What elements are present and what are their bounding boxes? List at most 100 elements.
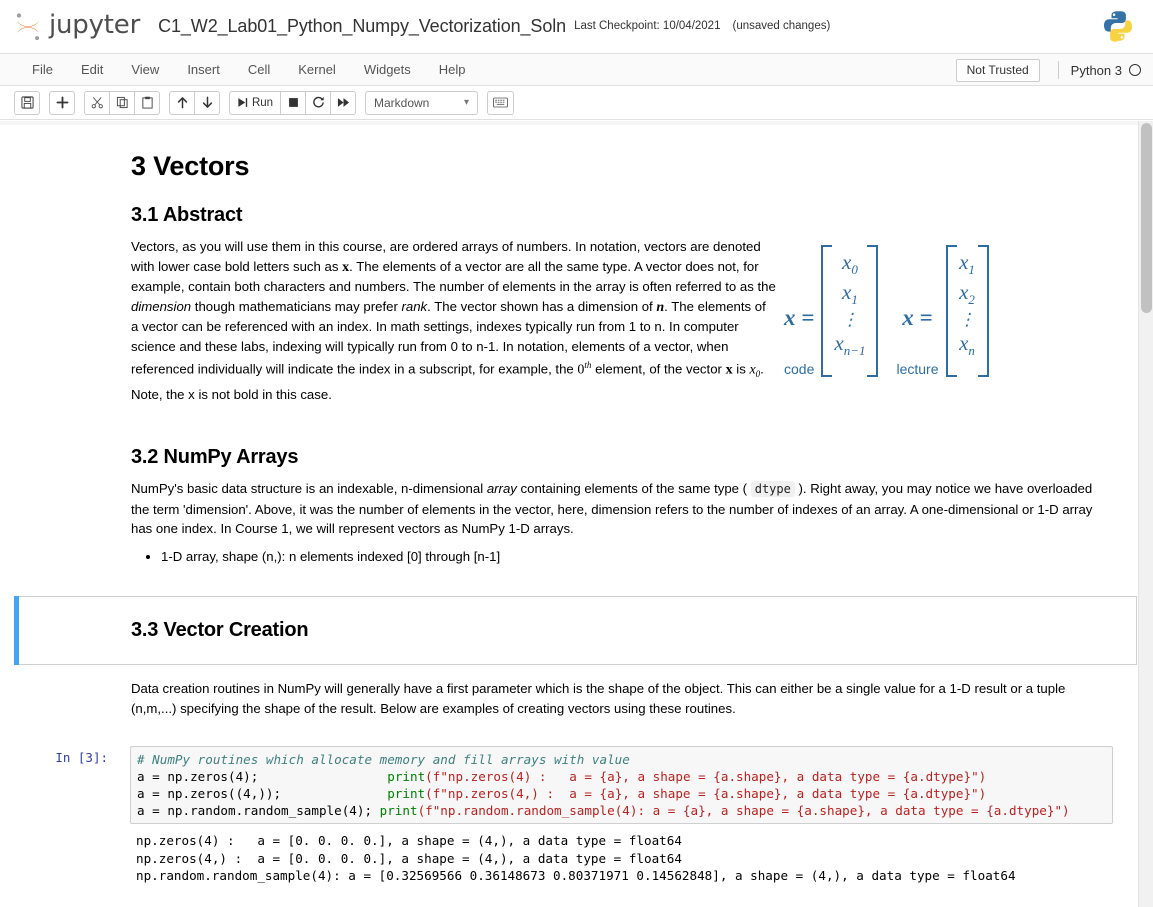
toolbar-group-run: Run	[229, 90, 356, 115]
vector-code-equation: x =	[784, 305, 815, 330]
run-icon	[237, 97, 248, 108]
code-line-2-fn: print	[387, 786, 426, 802]
markdown-cell-numpy-arrays[interactable]: 3.2 NumPy Arrays NumPy's basic data stru…	[14, 418, 1137, 578]
left-bracket-icon	[821, 245, 833, 377]
move-cell-down-button[interactable]	[194, 90, 220, 115]
numpy-text-b: containing elements of the same type (	[516, 481, 751, 497]
menu-bar: File Edit View Insert Cell Kernel Widget…	[0, 54, 1153, 86]
scissors-icon	[91, 96, 104, 109]
markdown-cell-content: Data creation routines in NumPy will gen…	[15, 679, 1131, 718]
notebook-header: jupyter C1_W2_Lab01_Python_Numpy_Vectori…	[0, 0, 1153, 54]
heading-3-3-vector-creation: 3.3 Vector Creation	[131, 619, 309, 642]
code-line-2-str: (f"np.zeros(4,) : a = {a}, a shape = {a.…	[425, 786, 987, 802]
abstract-text-f: element, of the vector	[591, 361, 726, 377]
save-status-label: (unsaved changes)	[732, 20, 831, 32]
menu-item-insert[interactable]: Insert	[173, 57, 234, 82]
vector-figure-code-lhs: x = code	[784, 305, 814, 377]
menu-item-widgets[interactable]: Widgets	[350, 57, 425, 82]
notebook-toolbar: Run Markdown ▾	[0, 86, 1153, 120]
numpy-italic-array: array	[486, 481, 517, 497]
cell-type-select[interactable]: Markdown ▾	[365, 90, 478, 115]
scrollbar-thumb[interactable]	[1141, 123, 1152, 313]
jupyter-wordmark: jupyter	[49, 10, 141, 40]
trust-notebook-button[interactable]: Not Trusted	[955, 58, 1040, 82]
vector-code-vdots: ⋮	[841, 309, 859, 329]
menu-item-help[interactable]: Help	[425, 57, 480, 82]
cut-cell-button[interactable]	[84, 90, 110, 115]
vector-figure-lecture: x = lecture x1 x2 ⋮ xn	[896, 245, 989, 377]
code-cell-vector-creation[interactable]: In [3]: # NumPy routines which allocate …	[14, 746, 1137, 885]
code-line-3-lhs: a = np.random.random_sample(4);	[137, 803, 373, 819]
vector-code-item-3: xn−1	[834, 330, 866, 358]
menu-item-view[interactable]: View	[117, 57, 173, 82]
menu-item-cell[interactable]: Cell	[234, 57, 284, 82]
input-prompt: In [3]:	[55, 750, 108, 766]
paste-cell-button[interactable]	[134, 90, 160, 115]
markdown-cell-content: 3.2 NumPy Arrays NumPy's basic data stru…	[15, 446, 1131, 566]
plus-icon	[56, 96, 69, 109]
code-editor[interactable]: # NumPy routines which allocate memory a…	[137, 751, 1108, 819]
restart-and-run-all-button[interactable]	[330, 90, 356, 115]
toolbar-group-save	[14, 90, 40, 115]
right-bracket-icon	[977, 245, 989, 377]
markdown-cell-creation-text[interactable]: Data creation routines in NumPy will gen…	[14, 673, 1137, 732]
chevron-down-icon: ▾	[463, 97, 469, 108]
vector-lecture-elements: x1 x2 ⋮ xn	[957, 245, 978, 377]
markdown-cell-vector-creation[interactable]: 3.3 Vector Creation	[14, 596, 1137, 666]
abstract-text-c: though mathematicians may prefer	[191, 298, 402, 314]
interrupt-kernel-button[interactable]	[280, 90, 306, 115]
copy-cell-button[interactable]	[109, 90, 135, 115]
list-item: 1-D array, shape (n,): n elements indexe…	[161, 547, 1107, 567]
command-palette-button[interactable]	[487, 90, 514, 115]
toolbar-group-insert	[49, 90, 75, 115]
creation-paragraph: Data creation routines in NumPy will gen…	[131, 681, 1066, 716]
code-line-2-pad	[281, 786, 387, 801]
menu-bar-right-group: Not Trusted Python 3	[955, 54, 1141, 86]
toolbar-group-palette	[487, 90, 514, 115]
abstract-text-g: is	[732, 361, 750, 377]
code-line-3-str: (f"np.random.random_sample(4): a = {a}, …	[417, 803, 1070, 819]
code-line-3-pad	[372, 803, 380, 818]
left-bracket-icon	[945, 245, 957, 377]
notebook-title[interactable]: C1_W2_Lab01_Python_Numpy_Vectorization_S…	[158, 16, 566, 37]
markdown-cell-content: 3 Vectors 3.1 Abstract Vectors, as you w…	[15, 151, 1131, 412]
abstract-paragraph: Vectors, as you will use them in this co…	[131, 237, 776, 404]
restart-kernel-button[interactable]	[305, 90, 331, 115]
run-label: Run	[251, 96, 274, 109]
page-top-shadow	[0, 121, 1138, 125]
vector-lecture-item-0: x1	[959, 250, 975, 278]
menu-item-kernel[interactable]: Kernel	[284, 57, 350, 82]
code-line-1-pad	[258, 769, 387, 784]
notebook-scroll-container[interactable]: 3 Vectors 3.1 Abstract Vectors, as you w…	[0, 120, 1153, 907]
vector-code-item-0: x0	[842, 250, 858, 278]
save-button[interactable]	[14, 90, 40, 115]
vector-code-item-1: x1	[842, 279, 858, 307]
toolbar-group-clipboard	[84, 90, 160, 115]
run-cell-button[interactable]: Run	[229, 90, 281, 115]
numpy-paragraph: NumPy's basic data structure is an index…	[131, 479, 1107, 539]
menu-item-file[interactable]: File	[18, 57, 67, 82]
vertical-scrollbar[interactable]	[1138, 121, 1153, 907]
kernel-idle-circle-icon	[1129, 64, 1141, 76]
copy-icon	[116, 96, 129, 109]
vector-code-elements: x0 x1 ⋮ xn−1	[832, 245, 867, 377]
insert-cell-below-button[interactable]	[49, 90, 75, 115]
arrow-up-icon	[176, 96, 189, 109]
abstract-row: Vectors, as you will use them in this co…	[131, 237, 1107, 412]
save-disk-icon	[20, 96, 34, 109]
abstract-italic-dimension: dimension	[131, 298, 192, 314]
vector-code-caption: code	[784, 361, 815, 377]
move-cell-up-button[interactable]	[169, 90, 195, 115]
last-checkpoint-label: Last Checkpoint: 10/04/2021	[574, 20, 721, 32]
numpy-bullet-list: 1-D array, shape (n,): n elements indexe…	[131, 547, 1107, 567]
code-input-area[interactable]: # NumPy routines which allocate memory a…	[130, 746, 1113, 825]
stop-square-icon	[288, 97, 299, 108]
menu-item-edit[interactable]: Edit	[67, 57, 117, 82]
notebook-cell-list: 3 Vectors 3.1 Abstract Vectors, as you w…	[0, 121, 1153, 885]
python-logo-icon	[1101, 9, 1135, 43]
markdown-cell-abstract[interactable]: 3 Vectors 3.1 Abstract Vectors, as you w…	[14, 129, 1137, 418]
divider	[1057, 61, 1059, 79]
jupyter-logo-link[interactable]: jupyter	[14, 12, 140, 42]
toolbar-group-move	[169, 90, 220, 115]
numpy-text-a: NumPy's basic data structure is an index…	[131, 481, 487, 497]
